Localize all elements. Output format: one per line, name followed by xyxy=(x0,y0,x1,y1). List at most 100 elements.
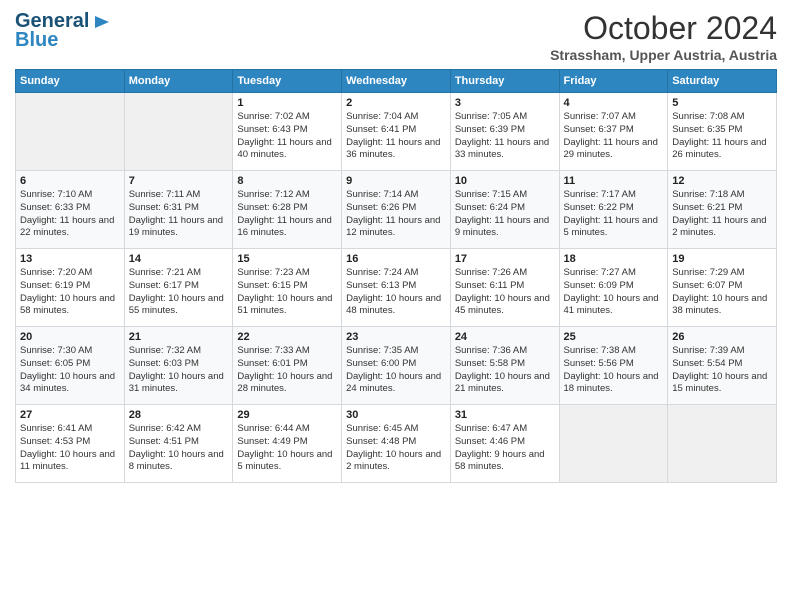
calendar-cell: 11 Sunrise: 7:17 AM Sunset: 6:22 PM Dayli… xyxy=(559,171,668,249)
day-number: 20 xyxy=(20,331,120,343)
cell-content: Sunrise: 6:42 AM Sunset: 4:51 PM Dayligh… xyxy=(129,423,229,474)
day-number: 18 xyxy=(564,253,664,265)
day-number: 2 xyxy=(346,97,446,109)
calendar-cell: 18 Sunrise: 7:27 AM Sunset: 6:09 PM Dayli… xyxy=(559,249,668,327)
day-number: 12 xyxy=(672,175,772,187)
day-number: 3 xyxy=(455,97,555,109)
calendar-cell: 7 Sunrise: 7:11 AM Sunset: 6:31 PM Daylig… xyxy=(124,171,233,249)
calendar-cell: 27 Sunrise: 6:41 AM Sunset: 4:53 PM Dayli… xyxy=(16,405,125,483)
cell-content: Sunrise: 7:14 AM Sunset: 6:26 PM Dayligh… xyxy=(346,189,446,240)
logo: General Blue xyxy=(15,10,111,52)
cell-content: Sunrise: 7:12 AM Sunset: 6:28 PM Dayligh… xyxy=(237,189,337,240)
calendar-cell xyxy=(16,93,125,171)
day-number: 23 xyxy=(346,331,446,343)
cell-content: Sunrise: 7:04 AM Sunset: 6:41 PM Dayligh… xyxy=(346,111,446,162)
cell-content: Sunrise: 7:10 AM Sunset: 6:33 PM Dayligh… xyxy=(20,189,120,240)
day-number: 24 xyxy=(455,331,555,343)
day-header-wednesday: Wednesday xyxy=(342,70,451,93)
cell-content: Sunrise: 7:11 AM Sunset: 6:31 PM Dayligh… xyxy=(129,189,229,240)
calendar-cell xyxy=(668,405,777,483)
cell-content: Sunrise: 7:15 AM Sunset: 6:24 PM Dayligh… xyxy=(455,189,555,240)
cell-content: Sunrise: 7:20 AM Sunset: 6:19 PM Dayligh… xyxy=(20,267,120,318)
calendar-cell: 26 Sunrise: 7:39 AM Sunset: 5:54 PM Dayli… xyxy=(668,327,777,405)
days-header-row: SundayMondayTuesdayWednesdayThursdayFrid… xyxy=(16,70,777,93)
week-row-1: 6 Sunrise: 7:10 AM Sunset: 6:33 PM Daylig… xyxy=(16,171,777,249)
day-number: 15 xyxy=(237,253,337,265)
calendar-cell: 28 Sunrise: 6:42 AM Sunset: 4:51 PM Dayli… xyxy=(124,405,233,483)
calendar-cell xyxy=(124,93,233,171)
day-header-tuesday: Tuesday xyxy=(233,70,342,93)
day-number: 7 xyxy=(129,175,229,187)
day-number: 10 xyxy=(455,175,555,187)
day-number: 21 xyxy=(129,331,229,343)
header: General Blue October 2024 Strassham, Upp… xyxy=(15,10,777,63)
calendar-cell xyxy=(559,405,668,483)
cell-content: Sunrise: 7:30 AM Sunset: 6:05 PM Dayligh… xyxy=(20,345,120,396)
calendar-cell: 4 Sunrise: 7:07 AM Sunset: 6:37 PM Daylig… xyxy=(559,93,668,171)
day-number: 26 xyxy=(672,331,772,343)
cell-content: Sunrise: 6:45 AM Sunset: 4:48 PM Dayligh… xyxy=(346,423,446,474)
cell-content: Sunrise: 7:07 AM Sunset: 6:37 PM Dayligh… xyxy=(564,111,664,162)
cell-content: Sunrise: 7:38 AM Sunset: 5:56 PM Dayligh… xyxy=(564,345,664,396)
cell-content: Sunrise: 7:27 AM Sunset: 6:09 PM Dayligh… xyxy=(564,267,664,318)
week-row-4: 27 Sunrise: 6:41 AM Sunset: 4:53 PM Dayli… xyxy=(16,405,777,483)
day-number: 1 xyxy=(237,97,337,109)
calendar-cell: 17Sunrise: 7:26 AM Sunset: 6:11 PM Dayli… xyxy=(450,249,559,327)
day-number: 25 xyxy=(564,331,664,343)
calendar-cell: 22Sunrise: 7:33 AM Sunset: 6:01 PM Dayli… xyxy=(233,327,342,405)
cell-content: Sunrise: 7:18 AM Sunset: 6:21 PM Dayligh… xyxy=(672,189,772,240)
cell-content: Sunrise: 7:02 AM Sunset: 6:43 PM Dayligh… xyxy=(237,111,337,162)
cell-content: Sunrise: 7:39 AM Sunset: 5:54 PM Dayligh… xyxy=(672,345,772,396)
cell-content: Sunrise: 7:26 AM Sunset: 6:11 PM Dayligh… xyxy=(455,267,555,318)
calendar-cell: 23Sunrise: 7:35 AM Sunset: 6:00 PM Dayli… xyxy=(342,327,451,405)
day-number: 13 xyxy=(20,253,120,265)
calendar-cell: 3 Sunrise: 7:05 AM Sunset: 6:39 PM Daylig… xyxy=(450,93,559,171)
cell-content: Sunrise: 6:41 AM Sunset: 4:53 PM Dayligh… xyxy=(20,423,120,474)
cell-content: Sunrise: 7:05 AM Sunset: 6:39 PM Dayligh… xyxy=(455,111,555,162)
calendar-cell: 8Sunrise: 7:12 AM Sunset: 6:28 PM Daylig… xyxy=(233,171,342,249)
cell-content: Sunrise: 7:32 AM Sunset: 6:03 PM Dayligh… xyxy=(129,345,229,396)
calendar-table: SundayMondayTuesdayWednesdayThursdayFrid… xyxy=(15,69,777,483)
calendar-cell: 31Sunrise: 6:47 AM Sunset: 4:46 PM Dayli… xyxy=(450,405,559,483)
calendar-cell: 16 Sunrise: 7:24 AM Sunset: 6:13 PM Dayli… xyxy=(342,249,451,327)
calendar-cell: 2 Sunrise: 7:04 AM Sunset: 6:41 PM Daylig… xyxy=(342,93,451,171)
day-number: 27 xyxy=(20,409,120,421)
day-header-saturday: Saturday xyxy=(668,70,777,93)
cell-content: Sunrise: 7:29 AM Sunset: 6:07 PM Dayligh… xyxy=(672,267,772,318)
logo-blue: Blue xyxy=(15,29,58,52)
day-header-thursday: Thursday xyxy=(450,70,559,93)
cell-content: Sunrise: 7:24 AM Sunset: 6:13 PM Dayligh… xyxy=(346,267,446,318)
location: Strassham, Upper Austria, Austria xyxy=(550,47,777,63)
day-number: 14 xyxy=(129,253,229,265)
day-header-monday: Monday xyxy=(124,70,233,93)
calendar-cell: 20 Sunrise: 7:30 AM Sunset: 6:05 PM Dayli… xyxy=(16,327,125,405)
day-number: 11 xyxy=(564,175,664,187)
day-number: 19 xyxy=(672,253,772,265)
calendar-cell: 24 Sunrise: 7:36 AM Sunset: 5:58 PM Dayli… xyxy=(450,327,559,405)
cell-content: Sunrise: 7:23 AM Sunset: 6:15 PM Dayligh… xyxy=(237,267,337,318)
day-number: 29 xyxy=(237,409,337,421)
day-number: 22 xyxy=(237,331,337,343)
cell-content: Sunrise: 7:08 AM Sunset: 6:35 PM Dayligh… xyxy=(672,111,772,162)
day-number: 16 xyxy=(346,253,446,265)
cell-content: Sunrise: 7:36 AM Sunset: 5:58 PM Dayligh… xyxy=(455,345,555,396)
cell-content: Sunrise: 7:21 AM Sunset: 6:17 PM Dayligh… xyxy=(129,267,229,318)
month-title: October 2024 xyxy=(550,10,777,47)
day-number: 4 xyxy=(564,97,664,109)
calendar-cell: 15 Sunrise: 7:23 AM Sunset: 6:15 PM Dayli… xyxy=(233,249,342,327)
cell-content: Sunrise: 7:17 AM Sunset: 6:22 PM Dayligh… xyxy=(564,189,664,240)
day-number: 31 xyxy=(455,409,555,421)
calendar-cell: 9Sunrise: 7:14 AM Sunset: 6:26 PM Daylig… xyxy=(342,171,451,249)
week-row-0: 1 Sunrise: 7:02 AM Sunset: 6:43 PM Daylig… xyxy=(16,93,777,171)
day-number: 6 xyxy=(20,175,120,187)
day-number: 28 xyxy=(129,409,229,421)
page-container: General Blue October 2024 Strassham, Upp… xyxy=(0,0,792,493)
calendar-cell: 29 Sunrise: 6:44 AM Sunset: 4:49 PM Dayli… xyxy=(233,405,342,483)
logo-icon xyxy=(91,12,111,32)
title-area: October 2024 Strassham, Upper Austria, A… xyxy=(550,10,777,63)
calendar-cell: 6 Sunrise: 7:10 AM Sunset: 6:33 PM Daylig… xyxy=(16,171,125,249)
cell-content: Sunrise: 6:44 AM Sunset: 4:49 PM Dayligh… xyxy=(237,423,337,474)
day-number: 5 xyxy=(672,97,772,109)
day-header-sunday: Sunday xyxy=(16,70,125,93)
calendar-cell: 12 Sunrise: 7:18 AM Sunset: 6:21 PM Dayli… xyxy=(668,171,777,249)
